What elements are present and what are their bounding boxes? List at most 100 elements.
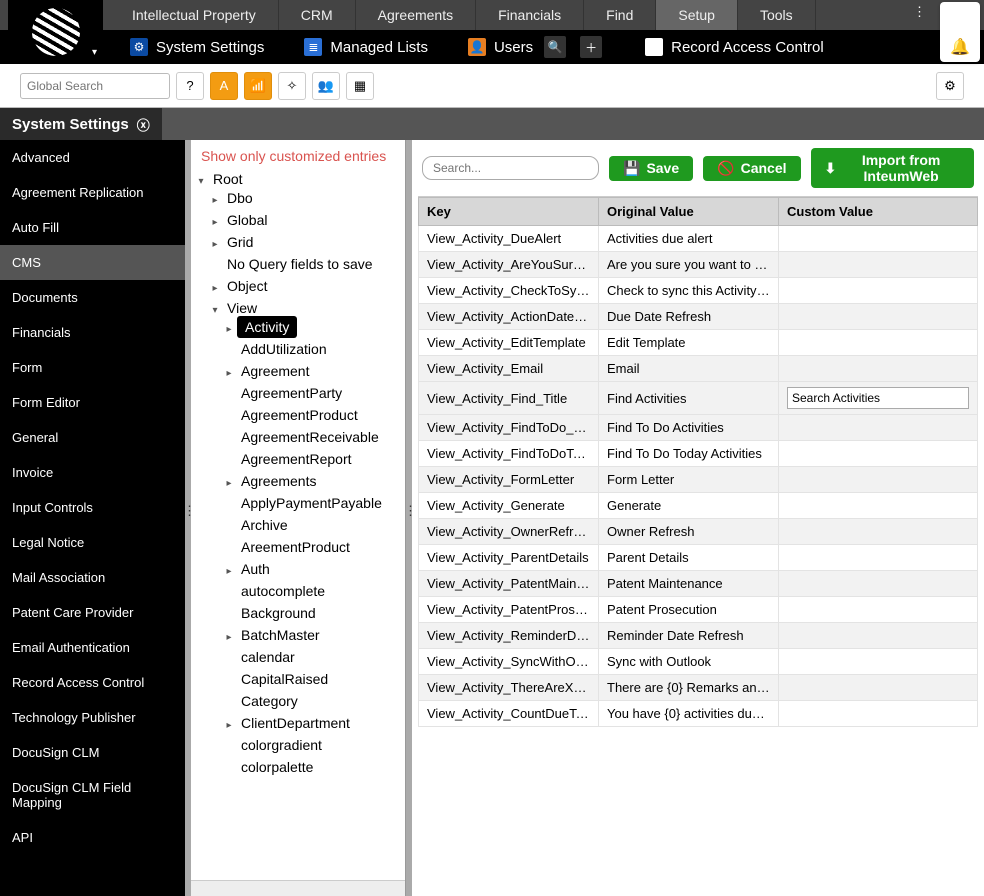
tree-node[interactable]: Agreement (237, 362, 313, 380)
sidebar-item[interactable]: Agreement Replication (0, 175, 185, 210)
table-row[interactable]: View_Activity_DueAlertActivities due ale… (419, 226, 978, 252)
cell-custom[interactable] (779, 278, 978, 304)
tree-node[interactable]: autocomplete (237, 582, 329, 600)
sidebar-item[interactable]: DocuSign CLM (0, 735, 185, 770)
tree-node[interactable]: Category (237, 692, 302, 710)
cell-original[interactable]: Patent Prosecution (599, 597, 779, 623)
chevron-right-icon[interactable]: ▸ (223, 566, 235, 577)
tree-node[interactable]: AreementProduct (237, 538, 354, 556)
tree-node[interactable]: AgreementReport (237, 450, 356, 468)
chevron-right-icon[interactable]: ▸ (223, 632, 235, 643)
bell-icon[interactable]: 🔔 (950, 37, 970, 57)
global-search-input[interactable] (20, 73, 170, 99)
sidebar-item[interactable]: Financials (0, 315, 185, 350)
tree-node[interactable]: Global (223, 211, 271, 229)
custom-value-input[interactable] (787, 387, 969, 409)
cell-original[interactable]: Activities due alert (599, 226, 779, 252)
cell-original[interactable]: Generate (599, 493, 779, 519)
cell-custom[interactable] (779, 519, 978, 545)
tree-node[interactable]: Background (237, 604, 320, 622)
sidebar-item[interactable]: Patent Care Provider (0, 595, 185, 630)
menu-icon[interactable]: ≡ (955, 8, 964, 26)
cell-key[interactable]: View_Activity_ActionDateRef... (419, 304, 599, 330)
import-button[interactable]: ⬇Import from InteumWeb (811, 148, 975, 188)
sidebar-item[interactable]: Advanced (0, 140, 185, 175)
tree-node[interactable]: No Query fields to save (223, 255, 377, 273)
gear-icon[interactable]: ⚙ (936, 72, 964, 100)
cell-original[interactable]: Find To Do Today Activities (599, 441, 779, 467)
tree-node[interactable]: AgreementReceivable (237, 428, 383, 446)
sidebar-item[interactable]: Input Controls (0, 490, 185, 525)
font-icon[interactable]: A (210, 72, 238, 100)
chevron-right-icon[interactable]: ▸ (223, 720, 235, 731)
sidebar-item[interactable]: Auto Fill (0, 210, 185, 245)
column-header-key[interactable]: Key (419, 198, 599, 226)
sidebar-item[interactable]: Invoice (0, 455, 185, 490)
cell-key[interactable]: View_Activity_Generate (419, 493, 599, 519)
people-icon[interactable]: 👥 (312, 72, 340, 100)
table-row[interactable]: View_Activity_Find_TitleFind Activities (419, 382, 978, 415)
chevron-right-icon[interactable]: ▸ (223, 368, 235, 379)
sidebar-item[interactable]: Documents (0, 280, 185, 315)
cell-original[interactable]: Form Letter (599, 467, 779, 493)
splitter-handle[interactable] (185, 140, 191, 896)
subnav-item[interactable]: 👤Users🔍＋ (448, 36, 625, 58)
share-icon[interactable]: ✧ (278, 72, 306, 100)
cell-original[interactable]: Parent Details (599, 545, 779, 571)
cell-custom[interactable] (779, 330, 978, 356)
table-row[interactable]: View_Activity_FormLetterForm Letter (419, 467, 978, 493)
cell-key[interactable]: View_Activity_DueAlert (419, 226, 599, 252)
subnav-item[interactable]: ⚙System Settings (110, 38, 284, 56)
cell-original[interactable]: You have {0} activities due t... (599, 701, 779, 727)
rss-icon[interactable]: 📶 (244, 72, 272, 100)
horizontal-scrollbar[interactable] (191, 880, 405, 896)
tree-node[interactable]: Object (223, 277, 271, 295)
cell-original[interactable]: Are you sure you want to d... (599, 252, 779, 278)
tab-system-settings[interactable]: System Settings ⓧ (0, 108, 162, 140)
cell-custom[interactable] (779, 415, 978, 441)
cell-custom[interactable] (779, 701, 978, 727)
cell-key[interactable]: View_Activity_AreYouSureYo... (419, 252, 599, 278)
cell-key[interactable]: View_Activity_SyncWithOutl... (419, 649, 599, 675)
chevron-down-icon[interactable]: ▾ (92, 47, 97, 58)
save-button[interactable]: 💾Save (609, 156, 693, 181)
sidebar-item[interactable]: CMS (0, 245, 185, 280)
cell-custom[interactable] (779, 304, 978, 330)
cell-key[interactable]: View_Activity_Email (419, 356, 599, 382)
chevron-right-icon[interactable]: ▸ (223, 324, 235, 335)
filter-customized-link[interactable]: Show only customized entries (201, 148, 386, 164)
cell-original[interactable]: Owner Refresh (599, 519, 779, 545)
tree-node[interactable]: CapitalRaised (237, 670, 332, 688)
close-icon[interactable]: ⓧ (137, 115, 150, 134)
grid-search-input[interactable] (422, 156, 599, 180)
cell-key[interactable]: View_Activity_CountDueToday (419, 701, 599, 727)
tree-node[interactable]: AgreementParty (237, 384, 346, 402)
sidebar-item[interactable]: Technology Publisher (0, 700, 185, 735)
cell-key[interactable]: View_Activity_CheckToSyncA... (419, 278, 599, 304)
table-row[interactable]: View_Activity_EmailEmail (419, 356, 978, 382)
cell-custom[interactable] (779, 493, 978, 519)
topnav-item[interactable]: Financials (476, 0, 584, 30)
tree-node[interactable]: Auth (237, 560, 274, 578)
cell-key[interactable]: View_Activity_ParentDetails (419, 545, 599, 571)
help-icon[interactable]: ? (176, 72, 204, 100)
tree-node[interactable]: BatchMaster (237, 626, 324, 644)
cell-original[interactable]: Check to sync this Activity w... (599, 278, 779, 304)
table-row[interactable]: View_Activity_FindToDoToda...Find To Do … (419, 441, 978, 467)
table-row[interactable]: View_Activity_PatentProsecu...Patent Pro… (419, 597, 978, 623)
cell-key[interactable]: View_Activity_FormLetter (419, 467, 599, 493)
topnav-item[interactable]: CRM (279, 0, 356, 30)
cell-custom[interactable] (779, 571, 978, 597)
sidebar-item[interactable]: Email Authentication (0, 630, 185, 665)
cell-custom[interactable] (779, 675, 978, 701)
cell-key[interactable]: View_Activity_FindToDoToda... (419, 441, 599, 467)
cell-original[interactable]: Due Date Refresh (599, 304, 779, 330)
table-row[interactable]: View_Activity_OwnerRefreshOwner Refresh (419, 519, 978, 545)
column-header-original[interactable]: Original Value (599, 198, 779, 226)
chevron-right-icon[interactable]: ▸ (209, 239, 221, 250)
chevron-down-icon[interactable]: ▾ (195, 176, 207, 187)
topnav-item[interactable]: Agreements (356, 0, 476, 30)
sidebar-item[interactable]: Legal Notice (0, 525, 185, 560)
more-icon[interactable]: ⋮ (905, 0, 934, 24)
table-row[interactable]: View_Activity_PatentMainte...Patent Main… (419, 571, 978, 597)
